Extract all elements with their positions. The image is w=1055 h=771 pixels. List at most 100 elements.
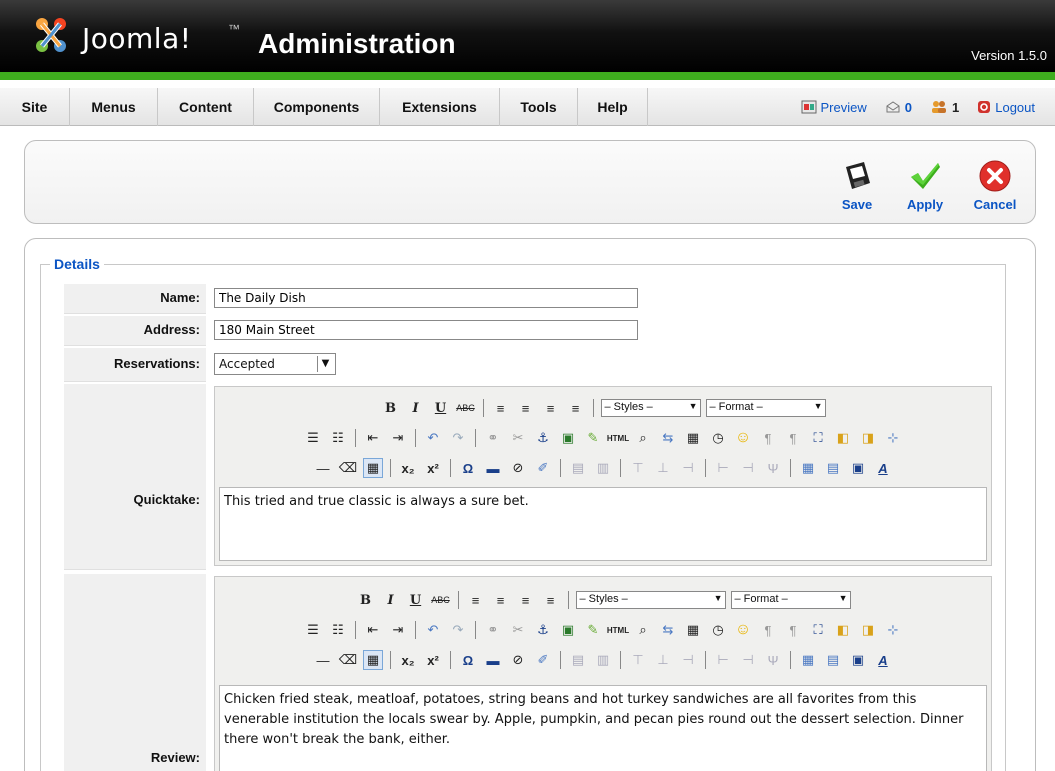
rtl-icon[interactable]: ¶: [783, 620, 803, 640]
html-source-icon[interactable]: HTML: [607, 428, 629, 448]
styleprops-icon[interactable]: ▣: [848, 458, 868, 478]
flash-icon[interactable]: ⊘: [508, 458, 528, 478]
subscript-icon[interactable]: x₂: [398, 458, 418, 478]
underline-icon[interactable]: U: [431, 398, 451, 418]
bullet-list-icon[interactable]: ☰: [303, 428, 323, 448]
strikethrough-icon[interactable]: ABC: [431, 590, 451, 610]
align-center-icon[interactable]: ≡: [516, 398, 536, 418]
ltr-icon[interactable]: ¶: [758, 620, 778, 640]
redo-icon[interactable]: ↷: [448, 620, 468, 640]
delete-row-icon[interactable]: ⊣: [678, 650, 698, 670]
menu-menus[interactable]: Menus: [70, 88, 158, 126]
quicktake-textarea[interactable]: This tried and true classic is always a …: [219, 487, 987, 561]
preview-link[interactable]: Preview: [801, 100, 867, 115]
bold-icon[interactable]: B: [356, 590, 376, 610]
strikethrough-icon[interactable]: ABC: [456, 398, 476, 418]
table-cell-props-icon[interactable]: ▥: [593, 650, 613, 670]
save-button[interactable]: Save: [831, 159, 883, 212]
edit-attributes-icon[interactable]: ✐: [533, 458, 553, 478]
horizontal-rule-icon[interactable]: —: [313, 458, 333, 478]
redo-icon[interactable]: ↷: [448, 428, 468, 448]
fullscreen-icon[interactable]: ⛶: [808, 428, 828, 448]
italic-icon[interactable]: I: [381, 590, 401, 610]
emoticon-icon[interactable]: ☺: [733, 428, 753, 448]
flash-icon[interactable]: ⊘: [508, 650, 528, 670]
apply-button[interactable]: Apply: [899, 159, 951, 212]
reservations-select[interactable]: Accepted ▼: [214, 353, 336, 375]
insert-col-before-icon[interactable]: ⊢: [713, 650, 733, 670]
eraser-icon[interactable]: ⌫: [338, 458, 358, 478]
align-justify-icon[interactable]: ≡: [541, 590, 561, 610]
name-input[interactable]: [214, 288, 638, 308]
align-left-icon[interactable]: ≡: [466, 590, 486, 610]
absolute-position-icon[interactable]: ⊹: [883, 428, 903, 448]
cancel-button[interactable]: Cancel: [969, 159, 1021, 212]
visual-aid-icon[interactable]: ▦: [363, 650, 383, 670]
menu-tools[interactable]: Tools: [500, 88, 578, 126]
align-justify-icon[interactable]: ≡: [566, 398, 586, 418]
align-right-icon[interactable]: ≡: [516, 590, 536, 610]
insert-date-icon[interactable]: ▦: [683, 620, 703, 640]
cleanup-icon[interactable]: ✎: [583, 428, 603, 448]
merge-cells-icon[interactable]: ▤: [823, 458, 843, 478]
delete-row-icon[interactable]: ⊣: [678, 458, 698, 478]
insert-row-after-icon[interactable]: ⊥: [653, 650, 673, 670]
image-icon[interactable]: ▣: [558, 428, 578, 448]
insert-row-before-icon[interactable]: ⊤: [628, 458, 648, 478]
bold-icon[interactable]: B: [381, 398, 401, 418]
visual-aid-icon[interactable]: ▦: [363, 458, 383, 478]
special-char-icon[interactable]: Ω: [458, 650, 478, 670]
indent-icon[interactable]: ⇥: [388, 428, 408, 448]
cleanup-icon[interactable]: ✎: [583, 620, 603, 640]
insert-row-after-icon[interactable]: ⊥: [653, 458, 673, 478]
replace-icon[interactable]: ⇆: [658, 428, 678, 448]
merge-cells-icon[interactable]: ▤: [823, 650, 843, 670]
messages-count[interactable]: 0: [885, 100, 912, 115]
menu-site[interactable]: Site: [0, 88, 70, 126]
ltr-icon[interactable]: ¶: [758, 428, 778, 448]
insert-col-before-icon[interactable]: ⊢: [713, 458, 733, 478]
underline-icon[interactable]: U: [406, 590, 426, 610]
link-icon[interactable]: ⚭: [483, 620, 503, 640]
insert-date-icon[interactable]: ▦: [683, 428, 703, 448]
html-source-icon[interactable]: HTML: [607, 620, 629, 640]
split-cells-icon[interactable]: Ψ: [763, 458, 783, 478]
style-props-aa-icon[interactable]: A: [873, 650, 893, 670]
media-icon[interactable]: ▬: [483, 650, 503, 670]
insert-table-icon[interactable]: ▦: [798, 458, 818, 478]
replace-icon[interactable]: ⇆: [658, 620, 678, 640]
insert-row-before-icon[interactable]: ⊤: [628, 650, 648, 670]
unlink-icon[interactable]: ✂: [508, 428, 528, 448]
undo-icon[interactable]: ↶: [423, 428, 443, 448]
indent-icon[interactable]: ⇥: [388, 620, 408, 640]
layer-forward-icon[interactable]: ◨: [858, 620, 878, 640]
format-dropdown[interactable]: – Format – ▼: [705, 399, 826, 417]
image-icon[interactable]: ▣: [558, 620, 578, 640]
fullscreen-icon[interactable]: ⛶: [808, 620, 828, 640]
superscript-icon[interactable]: x²: [423, 458, 443, 478]
styleprops-icon[interactable]: ▣: [848, 650, 868, 670]
align-right-icon[interactable]: ≡: [541, 398, 561, 418]
table-row-props-icon[interactable]: ▤: [568, 650, 588, 670]
media-icon[interactable]: ▬: [483, 458, 503, 478]
rtl-icon[interactable]: ¶: [783, 428, 803, 448]
find-icon[interactable]: ⌕: [633, 620, 653, 640]
menu-content[interactable]: Content: [158, 88, 254, 126]
numbered-list-icon[interactable]: ☷: [328, 428, 348, 448]
insert-time-icon[interactable]: ◷: [708, 428, 728, 448]
italic-icon[interactable]: I: [406, 398, 426, 418]
layer-insert-icon[interactable]: ◧: [833, 620, 853, 640]
unlink-icon[interactable]: ✂: [508, 620, 528, 640]
logout-link[interactable]: Logout: [977, 100, 1035, 115]
insert-table-icon[interactable]: ▦: [798, 650, 818, 670]
menu-extensions[interactable]: Extensions: [380, 88, 500, 126]
insert-col-after-icon[interactable]: ⊣: [738, 650, 758, 670]
anchor-icon[interactable]: ⚓: [533, 620, 553, 640]
align-center-icon[interactable]: ≡: [491, 590, 511, 610]
align-left-icon[interactable]: ≡: [491, 398, 511, 418]
split-cells-icon[interactable]: Ψ: [763, 650, 783, 670]
address-input[interactable]: [214, 320, 638, 340]
special-char-icon[interactable]: Ω: [458, 458, 478, 478]
bullet-list-icon[interactable]: ☰: [303, 620, 323, 640]
styles-dropdown[interactable]: – Styles – ▼: [600, 399, 701, 417]
